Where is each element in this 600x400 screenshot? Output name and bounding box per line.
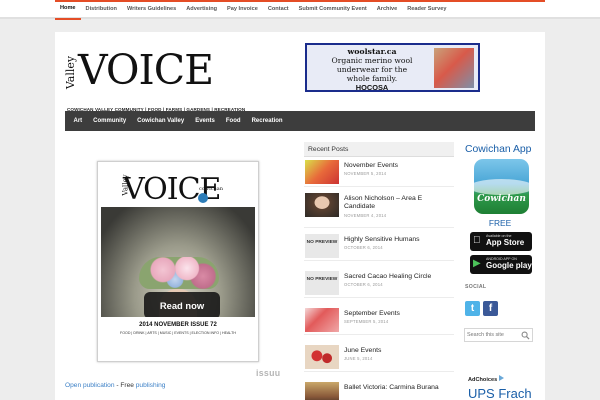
magazine-badge (198, 193, 208, 203)
magazine-cover-photo: Read now (101, 207, 255, 358)
app-free-label: FREE (488, 218, 512, 228)
nav-art[interactable]: Art (68, 111, 88, 131)
banner-line-2: underwear for the (336, 65, 408, 74)
post-date: NOVEMBER 4, 2014 (344, 213, 387, 218)
recent-posts-heading: Recent Posts (304, 142, 454, 157)
post-thumbnail[interactable] (305, 160, 339, 184)
magazine-embed[interactable]: Valley VOICE cowichan Read now 2014 NOVE… (97, 161, 259, 362)
adchoices-icon (499, 375, 505, 381)
banner-brand: HOCOSA (355, 83, 389, 92)
list-item[interactable]: September Events SEPTEMBER 5, 2014 (304, 305, 454, 335)
issuu-logo[interactable]: issuu (256, 368, 280, 378)
post-title[interactable]: Highly Sensitive Humans (344, 236, 452, 244)
google-play-button[interactable]: ▶ ANDROID APP ON Google play (470, 255, 532, 274)
cowichan-app-icon[interactable]: Cowichan (474, 159, 529, 214)
play-icon: ▶ (473, 258, 481, 269)
top-nav: Home Distribution Writers Guidelines Adv… (55, 0, 545, 20)
post-thumbnail[interactable] (305, 345, 339, 369)
list-item[interactable]: June Events JUNE 5, 2014 (304, 342, 454, 372)
topnav-distribution[interactable]: Distribution (81, 0, 122, 19)
facebook-icon[interactable]: f (483, 301, 498, 316)
flower-crown-image (139, 257, 219, 289)
logo-voice-text: VOICE (78, 46, 214, 94)
top-utility-bar: Home Distribution Writers Guidelines Adv… (0, 0, 600, 20)
site-logo[interactable]: Valley VOICE COWICHAN VALLEY COMMUNITY |… (64, 46, 245, 112)
magazine-cover-footer: 2014 NOVEMBER ISSUE 72 FOOD | DRINK | AR… (101, 317, 255, 358)
publishing-link[interactable]: publishing (136, 382, 166, 389)
list-item[interactable]: NO PREVIEW Sacred Cacao Healing Circle O… (304, 268, 454, 298)
banner-line-1: Organic merino wool (331, 56, 413, 65)
post-title[interactable]: September Events (344, 310, 452, 318)
adchoices-text: AdChoices (468, 377, 498, 383)
no-preview-thumbnail[interactable]: NO PREVIEW (305, 234, 339, 258)
adchoices-label[interactable]: AdChoices (468, 375, 505, 383)
topnav-pay-invoice[interactable]: Pay Invoice (222, 0, 263, 19)
banner-ad[interactable]: woolstar.ca Organic merino wool underwea… (305, 43, 480, 92)
magazine-cover: Valley VOICE cowichan Read now 2014 NOVE… (101, 165, 255, 358)
post-title[interactable]: June Events (344, 347, 452, 355)
read-now-button[interactable]: Read now (144, 292, 220, 319)
twitter-icon[interactable]: t (465, 301, 480, 316)
post-date: JUNE 5, 2014 (344, 356, 373, 361)
nav-cowichan-valley[interactable]: Cowichan Valley (132, 111, 190, 131)
post-title[interactable]: Sacred Cacao Healing Circle (344, 273, 452, 281)
nav-food[interactable]: Food (220, 111, 246, 131)
app-title[interactable]: Cowichan App (465, 144, 531, 155)
post-thumbnail[interactable] (305, 308, 339, 332)
no-preview-thumbnail[interactable]: NO PREVIEW (305, 271, 339, 295)
magazine-subline: FOOD | DRINK | ARTS | MUSIC | EVENTS | E… (120, 331, 236, 335)
post-thumbnail[interactable] (305, 382, 339, 400)
magazine-cowichan-text: cowichan (199, 186, 223, 192)
magazine-issue: 2014 NOVEMBER ISSUE 72 (139, 322, 217, 328)
topnav-advertising[interactable]: Advertising (181, 0, 222, 19)
list-item[interactable]: November Events NOVEMBER 5, 2014 (304, 157, 454, 187)
topnav-reader-survey[interactable]: Reader Survey (402, 0, 451, 19)
topnav-submit-event[interactable]: Submit Community Event (294, 0, 372, 19)
nav-community[interactable]: Community (88, 111, 132, 131)
app-icon-cloud (474, 179, 529, 195)
main-nav: Art Community Cowichan Valley Events Foo… (65, 111, 535, 131)
open-publication-link[interactable]: Open publication (65, 382, 115, 389)
page-container: Valley VOICE COWICHAN VALLEY COMMUNITY |… (55, 32, 545, 400)
list-item[interactable]: Alison Nicholson – Area E Candidate NOVE… (304, 190, 454, 228)
google-play-big-text: Google play (486, 261, 532, 270)
post-date: OCTOBER 6, 2014 (344, 245, 383, 250)
recent-posts-widget: Recent Posts November Events NOVEMBER 5,… (304, 142, 454, 400)
app-store-button[interactable]:  Available on the App Store (470, 232, 532, 251)
list-item[interactable]: NO PREVIEW Highly Sensitive Humans OCTOB… (304, 231, 454, 261)
publication-credit: Open publication - Free publishing (65, 382, 165, 389)
apple-icon:  (473, 235, 481, 246)
topnav-contact[interactable]: Contact (263, 0, 294, 19)
post-thumbnail[interactable] (305, 193, 339, 217)
post-title[interactable]: November Events (344, 162, 452, 170)
topnav-home[interactable]: Home (55, 0, 81, 20)
post-date: SEPTEMBER 5, 2014 (344, 319, 389, 324)
app-icon-label: Cowichan (477, 194, 526, 204)
app-store-big-text: App Store (486, 238, 525, 247)
topnav-archive[interactable]: Archive (372, 0, 403, 19)
search-box (464, 328, 533, 342)
social-heading: SOCIAL (465, 284, 487, 290)
banner-title: woolstar.ca (347, 47, 397, 56)
ups-ad[interactable]: UPS Frach (468, 386, 532, 400)
banner-photo (434, 48, 474, 88)
logo-valley-text: Valley (64, 55, 78, 90)
nav-events[interactable]: Events (190, 111, 221, 131)
post-title[interactable]: Alison Nicholson – Area E Candidate (344, 195, 452, 211)
post-title[interactable]: Ballet Victoria: Carmina Burana (344, 384, 452, 392)
post-date: OCTOBER 6, 2014 (344, 282, 383, 287)
list-item[interactable]: Ballet Victoria: Carmina Burana (304, 379, 454, 400)
topnav-writers-guidelines[interactable]: Writers Guidelines (122, 0, 181, 19)
nav-recreation[interactable]: Recreation (246, 111, 288, 131)
banner-line-3: whole family. (346, 74, 398, 83)
search-input[interactable] (467, 330, 521, 340)
search-icon[interactable] (521, 331, 530, 340)
publication-separator: - Free (114, 382, 136, 389)
post-date: NOVEMBER 5, 2014 (344, 171, 387, 176)
